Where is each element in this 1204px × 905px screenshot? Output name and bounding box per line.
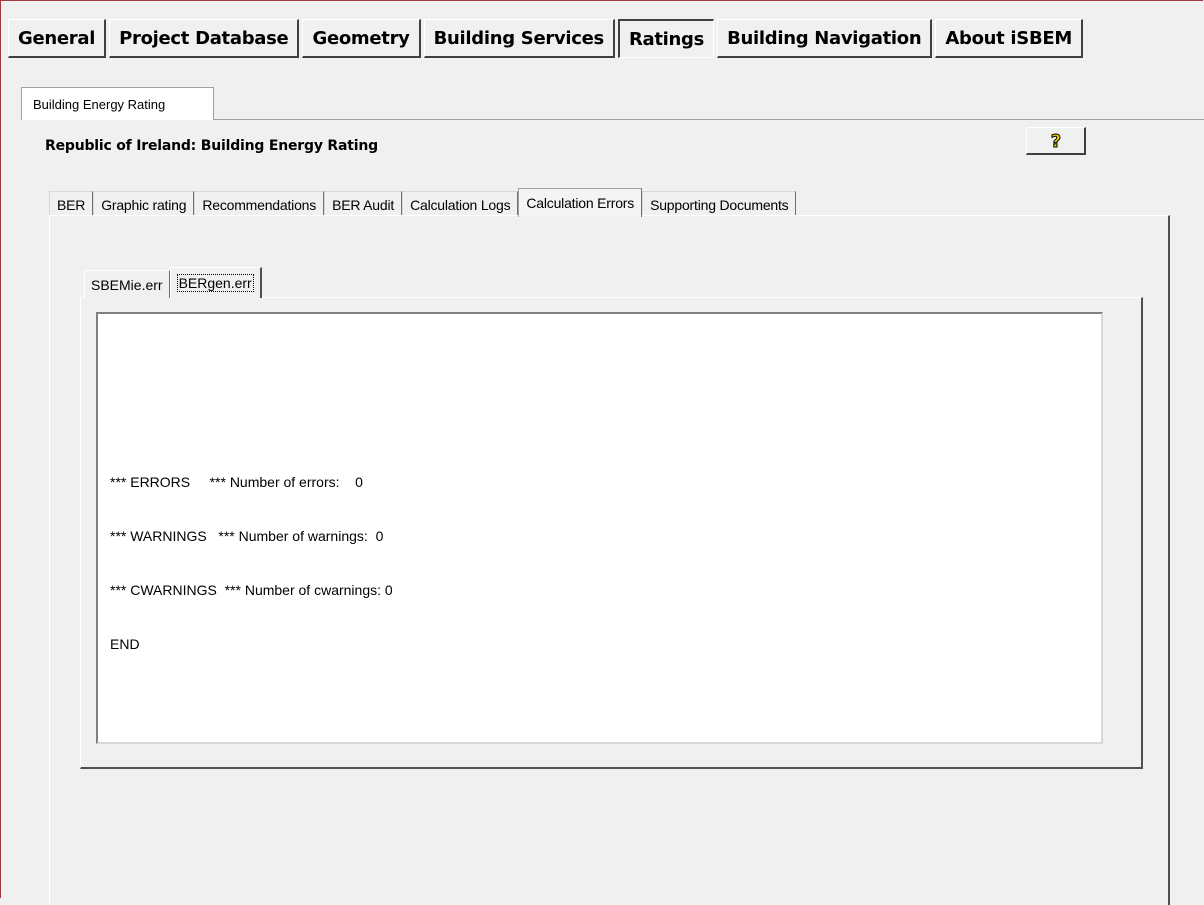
log-line: *** ERRORS *** Number of errors: 0 [110, 474, 363, 490]
svg-text:?: ? [1050, 131, 1060, 151]
tab-bergen-err-label: BERgen.err [176, 274, 254, 292]
tab-about-isbem[interactable]: About iSBEM [935, 19, 1083, 58]
tab-building-navigation[interactable]: Building Navigation [717, 19, 933, 58]
main-tab-bar: General Project Database Geometry Buildi… [8, 19, 1086, 58]
tab-ber-audit[interactable]: BER Audit [324, 191, 403, 217]
tab-building-services[interactable]: Building Services [423, 19, 615, 58]
tab-project-database[interactable]: Project Database [109, 19, 300, 58]
tab-geometry[interactable]: Geometry [302, 19, 421, 58]
log-line: *** CWARNINGS *** Number of cwarnings: 0 [110, 582, 393, 598]
tab-building-energy-rating[interactable]: Building Energy Rating [21, 87, 214, 120]
help-question-icon: ? [1050, 131, 1061, 151]
tab-recommendations[interactable]: Recommendations [194, 191, 325, 217]
tab-bergen-err[interactable]: BERgen.err [169, 267, 262, 298]
tab-calculation-logs[interactable]: Calculation Logs [402, 191, 519, 217]
tab-general[interactable]: General [8, 19, 107, 58]
rating-tab-bar: BER Graphic rating Recommendations BER A… [49, 188, 797, 217]
log-line: *** WARNINGS *** Number of warnings: 0 [110, 528, 384, 544]
tab-calculation-errors[interactable]: Calculation Errors [518, 188, 643, 217]
tab-ber[interactable]: BER [49, 191, 94, 217]
help-button[interactable]: ? [1026, 127, 1086, 155]
log-line: END [110, 636, 140, 652]
tab-supporting-documents[interactable]: Supporting Documents [642, 191, 797, 217]
tab-graphic-rating[interactable]: Graphic rating [93, 191, 195, 217]
tab-ratings[interactable]: Ratings [617, 19, 715, 58]
tab-sbemie-err[interactable]: SBEMie.err [84, 270, 170, 298]
error-file-tab-bar: SBEMie.err BERgen.err [84, 267, 262, 298]
page-title: Republic of Ireland: Building Energy Rat… [45, 138, 378, 154]
error-log-textarea[interactable]: *** ERRORS *** Number of errors: 0 *** W… [96, 312, 1103, 744]
